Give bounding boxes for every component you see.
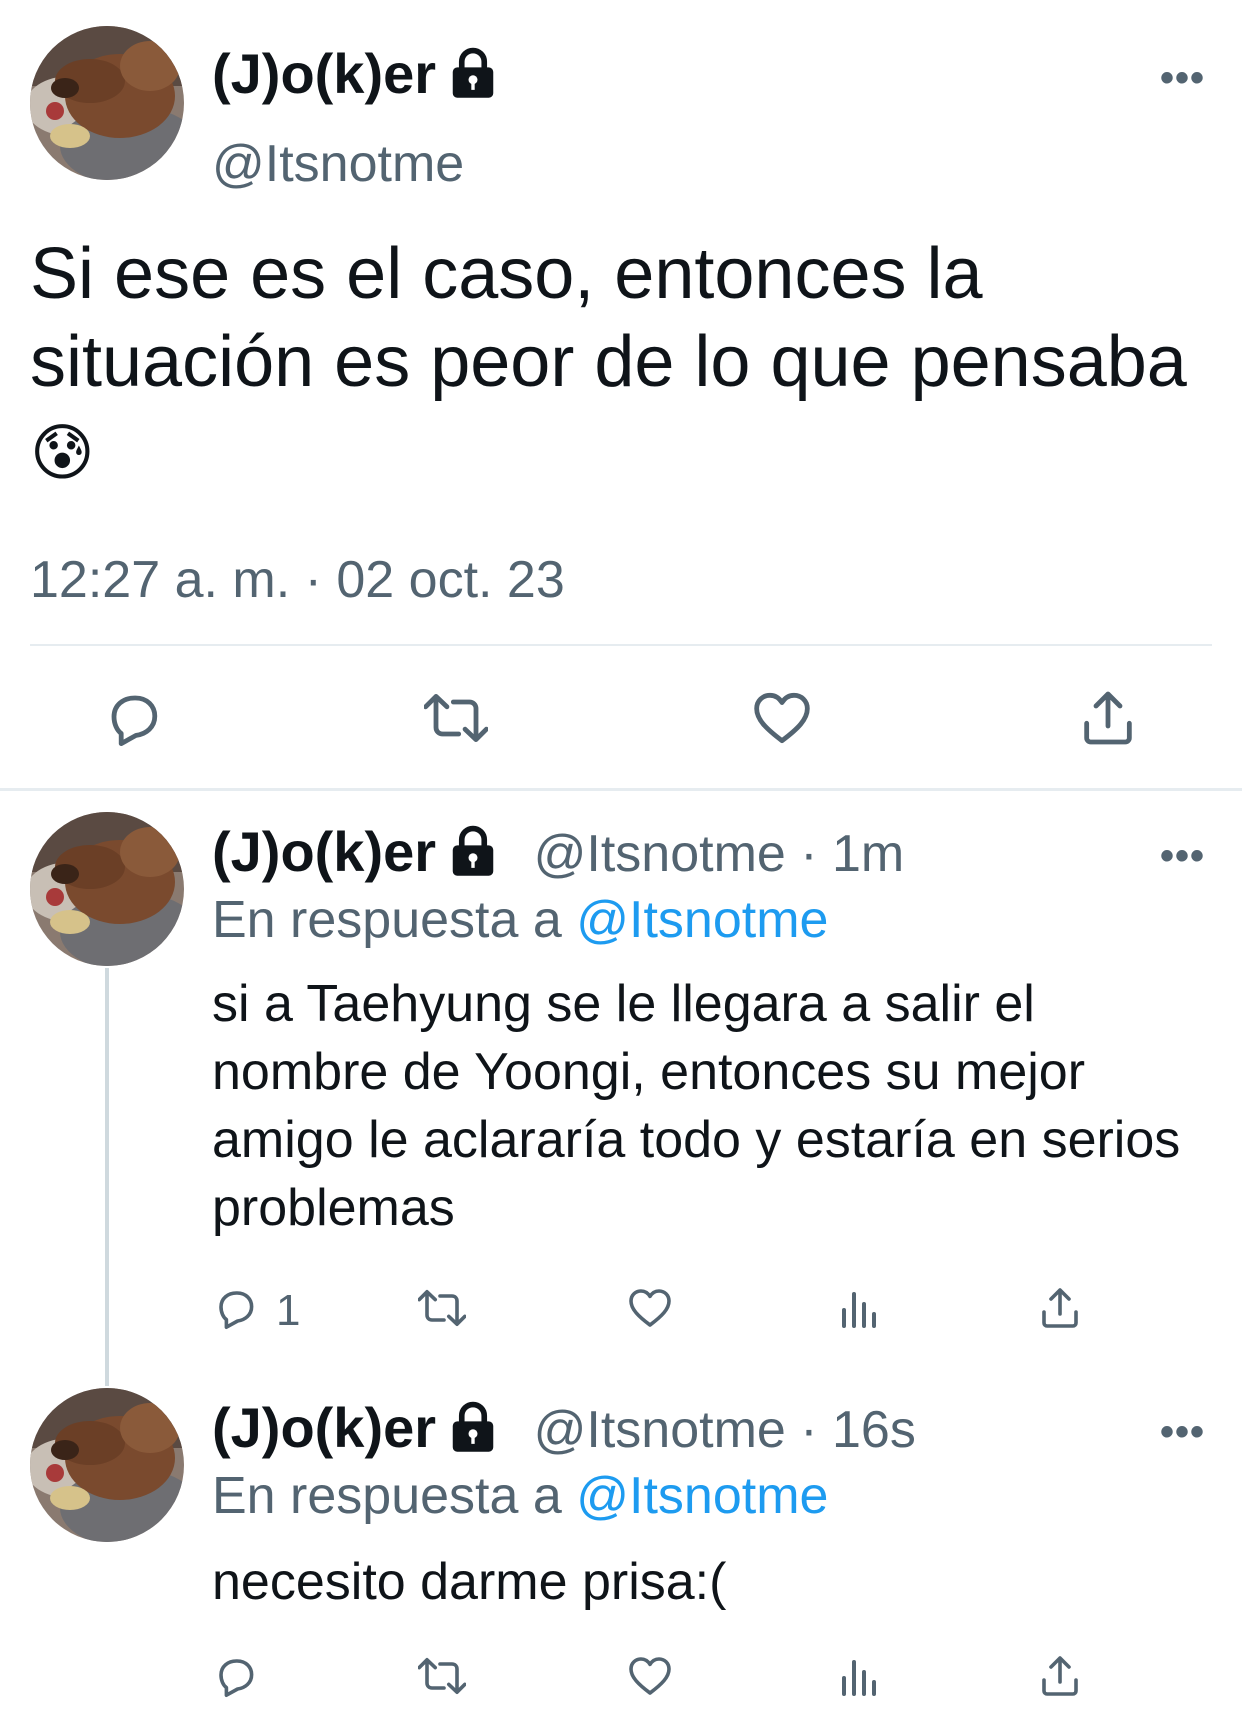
views-icon[interactable]: [834, 1284, 882, 1332]
share-icon[interactable]: [1036, 1652, 1084, 1700]
in-reply-to: En respuesta a @Itsnotme: [212, 890, 828, 950]
handle-time[interactable]: @Itsnotme · 1m: [534, 825, 905, 883]
tweet-text-content: Si ese es el caso, entonces la situación…: [30, 234, 1187, 402]
reply-header[interactable]: (J)o(k)er @Itsnotme · 16s: [212, 1400, 916, 1459]
in-reply-handle-link[interactable]: @Itsnotme: [576, 1467, 828, 1525]
reply-text: si a Taehyung se le llegara a salir el n…: [212, 975, 1181, 1237]
lock-icon: [446, 46, 500, 100]
tweet-timestamp[interactable]: 12:27 a. m. · 02 oct. 23: [30, 550, 565, 610]
avatar[interactable]: [30, 812, 184, 966]
handle[interactable]: @Itsnotme: [212, 134, 464, 194]
section-divider: [0, 788, 1242, 791]
reply-icon[interactable]: [102, 686, 166, 750]
share-icon[interactable]: [1076, 686, 1140, 750]
more-options-icon[interactable]: •••: [1160, 834, 1205, 879]
avatar[interactable]: [30, 1388, 184, 1542]
like-icon[interactable]: [626, 1284, 674, 1332]
avatar[interactable]: [30, 26, 184, 180]
tweet-text: Si ese es el caso, entonces la situación…: [30, 230, 1200, 498]
retweet-icon[interactable]: [424, 686, 488, 750]
in-reply-prefix: En respuesta a: [212, 891, 562, 949]
reply-header[interactable]: (J)o(k)er @Itsnotme · 1m: [212, 824, 905, 883]
more-options-icon[interactable]: •••: [1160, 56, 1205, 101]
display-name-text[interactable]: (J)o(k)er: [212, 1396, 436, 1459]
lock-icon: [446, 1400, 500, 1454]
reply-icon[interactable]: [212, 1284, 260, 1332]
in-reply-handle-link[interactable]: @Itsnotme: [576, 891, 828, 949]
handle-time[interactable]: @Itsnotme · 16s: [534, 1401, 916, 1459]
divider: [30, 644, 1212, 646]
display-name[interactable]: (J)o(k)er: [212, 46, 500, 102]
display-name-text[interactable]: (J)o(k)er: [212, 42, 436, 105]
thread-line: [105, 968, 109, 1386]
retweet-icon[interactable]: [418, 1284, 466, 1332]
more-options-icon[interactable]: •••: [1160, 1410, 1205, 1455]
lock-icon: [446, 824, 500, 878]
in-reply-prefix: En respuesta a: [212, 1467, 562, 1525]
like-icon[interactable]: [750, 686, 814, 750]
anxious-face-emoji: 😰: [30, 419, 95, 488]
share-icon[interactable]: [1036, 1284, 1084, 1332]
display-name-text[interactable]: (J)o(k)er: [212, 820, 436, 883]
in-reply-to: En respuesta a @Itsnotme: [212, 1466, 828, 1526]
reply-text: necesito darme prisa:(: [212, 1553, 727, 1611]
reply-icon[interactable]: [212, 1652, 260, 1700]
views-icon[interactable]: [834, 1652, 882, 1700]
reply-count: 1: [276, 1286, 301, 1335]
like-icon[interactable]: [626, 1652, 674, 1700]
retweet-icon[interactable]: [418, 1652, 466, 1700]
